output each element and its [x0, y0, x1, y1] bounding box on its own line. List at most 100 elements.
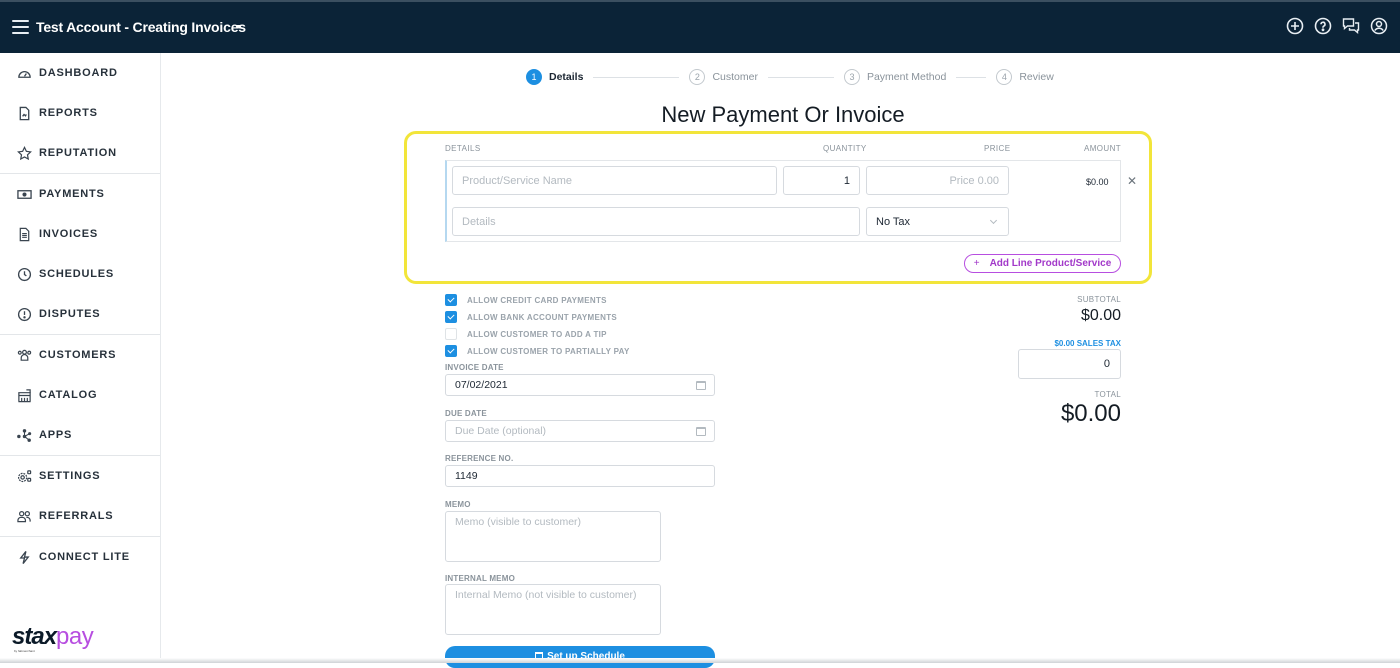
step-label: Details — [549, 71, 584, 83]
referrals-users-icon — [16, 508, 32, 524]
invoice-date-input[interactable]: 07/02/2021 — [445, 374, 715, 396]
remove-line-icon[interactable]: ✕ — [1127, 174, 1137, 188]
due-date-input[interactable]: Due Date (optional) — [445, 420, 715, 442]
step-details[interactable]: 1 Details — [526, 69, 583, 85]
reference-label: REFERENCE NO. — [445, 454, 514, 463]
column-header-price: PRICE — [984, 144, 1011, 153]
checkbox-label: ALLOW CUSTOMER TO ADD A TIP — [467, 329, 607, 339]
sidebar-item-label: INVOICES — [39, 228, 98, 240]
calendar-icon[interactable] — [696, 381, 706, 390]
sidebar-item-referrals[interactable]: REFERRALS — [0, 496, 160, 536]
nav-group: CUSTOMERS CATALOG APPS — [0, 335, 160, 456]
step-number: 1 — [526, 69, 542, 85]
add-line-button[interactable]: + Add Line Product/Service — [964, 254, 1121, 273]
sidebar-item-invoices[interactable]: INVOICES — [0, 214, 160, 254]
sidebar-item-apps[interactable]: APPS — [0, 415, 160, 455]
checkbox-label: ALLOW CUSTOMER TO PARTIALLY PAY — [467, 346, 630, 356]
checkbox[interactable] — [445, 311, 457, 323]
checkbox-label: ALLOW CREDIT CARD PAYMENTS — [467, 295, 607, 305]
help-icon[interactable] — [1314, 17, 1332, 35]
sidebar-item-customers[interactable]: CUSTOMERS — [0, 335, 160, 375]
account-switcher[interactable]: Test Account - Creating Invoices — [36, 19, 246, 35]
step-connector — [767, 76, 834, 78]
step-number: 3 — [843, 69, 860, 85]
price-input[interactable]: Price 0.00 — [866, 166, 1009, 195]
option-tip[interactable]: ALLOW CUSTOMER TO ADD A TIP — [445, 328, 607, 340]
sidebar-item-label: REPUTATION — [39, 147, 117, 159]
page-title: New Payment Or Invoice — [661, 102, 905, 127]
checkbox[interactable] — [445, 328, 457, 340]
internal-memo-label: INTERNAL MEMO — [445, 574, 516, 583]
product-name-input[interactable]: Product/Service Name — [452, 166, 777, 195]
internal-memo-textarea[interactable]: Internal Memo (not visible to customer) — [445, 584, 661, 635]
sidebar-item-disputes[interactable]: DISPUTES — [0, 294, 160, 334]
add-circle-icon[interactable] — [1286, 17, 1304, 35]
step-customer[interactable]: 2 Customer — [689, 69, 758, 85]
sidebar-item-label: CUSTOMERS — [39, 349, 117, 361]
sidebar-item-dashboard[interactable]: DASHBOARD — [0, 53, 160, 93]
memo-textarea[interactable]: Memo (visible to customer) — [445, 511, 661, 562]
user-account-icon[interactable] — [1370, 17, 1388, 35]
column-header-amount: AMOUNT — [1084, 144, 1122, 153]
nav-group: SETTINGS REFERRALS — [0, 456, 160, 537]
invoice-date-label: INVOICE DATE — [445, 363, 504, 372]
sidebar-item-label: CATALOG — [39, 389, 98, 401]
sidebar-item-label: APPS — [39, 429, 73, 441]
lightning-icon — [16, 549, 32, 565]
line-amount: $0.00 — [1086, 177, 1109, 187]
option-bank-account[interactable]: ALLOW BANK ACCOUNT PAYMENTS — [445, 311, 617, 323]
logo-stax-text: stax — [12, 623, 57, 650]
plus-icon: + — [973, 258, 980, 269]
sidebar-item-label: PAYMENTS — [39, 188, 105, 200]
step-label: Payment Method — [866, 71, 947, 83]
chat-icon[interactable] — [1342, 17, 1360, 35]
quantity-input[interactable]: 1 — [783, 166, 860, 195]
sidebar-item-label: DASHBOARD — [39, 67, 118, 79]
step-label: Review — [1019, 71, 1054, 83]
tax-select-value: No Tax — [876, 215, 911, 228]
sidebar-item-catalog[interactable]: CATALOG — [0, 375, 160, 415]
step-number: 4 — [996, 69, 1013, 85]
step-number: 2 — [689, 69, 706, 85]
option-partial-pay[interactable]: ALLOW CUSTOMER TO PARTIALLY PAY — [445, 345, 630, 357]
clock-icon — [16, 266, 32, 282]
step-review[interactable]: 4 Review — [996, 69, 1054, 85]
option-credit-card[interactable]: ALLOW CREDIT CARD PAYMENTS — [445, 294, 607, 306]
sales-tax-label: $0.00 SALES TAX — [1054, 339, 1121, 348]
sidebar-item-schedules[interactable]: SCHEDULES — [0, 254, 160, 294]
sidebar-item-label: CONNECT LITE — [39, 551, 130, 563]
customers-icon — [16, 347, 32, 363]
invoice-icon — [16, 226, 32, 242]
invoice-date-value: 07/02/2021 — [455, 379, 508, 391]
reference-input[interactable]: 1149 — [445, 465, 715, 487]
settings-gear-icon — [16, 468, 32, 484]
hamburger-menu-icon[interactable] — [12, 20, 29, 34]
nav-group: CONNECT LITE — [0, 537, 160, 577]
sidebar-item-payments[interactable]: PAYMENTS — [0, 174, 160, 214]
checkbox[interactable] — [445, 294, 457, 306]
checkbox-label: ALLOW BANK ACCOUNT PAYMENTS — [467, 312, 618, 322]
step-payment-method[interactable]: 3 Payment Method — [843, 69, 947, 85]
setup-schedule-button[interactable]: Set up Schedule — [445, 646, 715, 668]
due-date-placeholder: Due Date (optional) — [455, 425, 547, 437]
tax-select[interactable]: No Tax — [866, 207, 1009, 236]
details-input[interactable]: Details — [452, 207, 860, 236]
sidebar-item-connect-lite[interactable]: CONNECT LITE — [0, 537, 160, 577]
progress-stepper: 1 Details 2 Customer 3 Payment Method 4 … — [526, 69, 1054, 85]
top-bar: Test Account - Creating Invoices — [0, 0, 1400, 53]
star-icon — [16, 145, 32, 161]
sidebar-item-reputation[interactable]: REPUTATION — [0, 133, 160, 173]
sidebar-item-settings[interactable]: SETTINGS — [0, 456, 160, 496]
caret-down-icon[interactable] — [236, 25, 242, 29]
checkbox[interactable] — [445, 345, 457, 357]
dashboard-gauge-icon — [16, 65, 32, 81]
cash-icon — [16, 186, 32, 202]
window-bottom-edge — [0, 658, 1400, 663]
calendar-icon[interactable] — [696, 427, 706, 436]
alert-circle-icon — [16, 306, 32, 322]
subtotal-label: SUBTOTAL — [1077, 295, 1121, 304]
sidebar-item-label: SCHEDULES — [39, 268, 115, 280]
sales-tax-input[interactable]: 0 — [1018, 349, 1121, 379]
column-header-details: DETAILS — [445, 144, 481, 153]
subtotal-value: $0.00 — [1080, 307, 1121, 324]
